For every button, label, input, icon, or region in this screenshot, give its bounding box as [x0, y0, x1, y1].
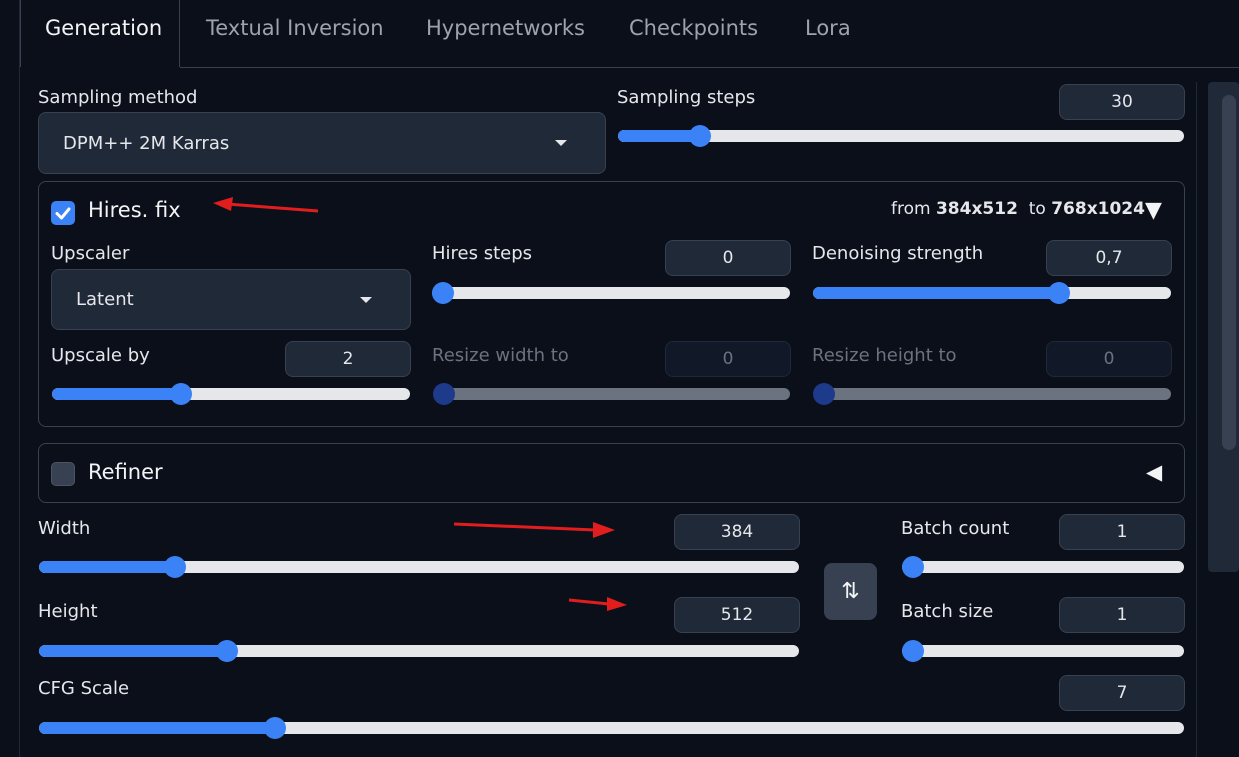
resize-width-slider [433, 383, 790, 405]
upscaler-dropdown[interactable]: Latent [51, 269, 411, 330]
chevron-down-icon [360, 296, 372, 303]
collapse-triangle-icon[interactable]: ▼ [1145, 198, 1162, 223]
tab-lora[interactable]: Lora [805, 0, 851, 67]
refiner-label: Refiner [88, 460, 163, 484]
from-prefix: from [891, 199, 931, 219]
to-size: 768x1024 [1051, 199, 1145, 219]
scrollbar-thumb[interactable] [1222, 95, 1236, 450]
width-label: Width [38, 518, 91, 539]
slider-thumb[interactable] [902, 556, 924, 578]
batch-size-input[interactable]: 1 [1059, 597, 1185, 633]
swap-arrows-icon: ⇅ [841, 579, 860, 604]
slider-thumb[interactable] [902, 640, 924, 662]
slider-thumb[interactable] [216, 640, 239, 662]
sampling-steps-input[interactable]: 30 [1059, 84, 1185, 120]
tab-hypernetworks[interactable]: Hypernetworks [426, 0, 585, 67]
batch-size-slider[interactable] [902, 640, 1184, 662]
slider-thumb[interactable] [1048, 282, 1071, 304]
upscale-by-label: Upscale by [51, 345, 150, 366]
slider-thumb[interactable] [688, 125, 711, 147]
tab-checkpoints[interactable]: Checkpoints [629, 0, 758, 67]
slider-thumb[interactable] [164, 556, 187, 578]
upscaler-label: Upscaler [51, 243, 130, 264]
sampling-steps-slider[interactable] [618, 125, 1184, 147]
slider-thumb[interactable] [432, 282, 454, 304]
batch-count-input[interactable]: 1 [1059, 514, 1185, 550]
expand-triangle-icon[interactable]: ◀ [1146, 460, 1162, 484]
annotation-arrow-icon [453, 522, 615, 538]
width-slider[interactable] [39, 556, 799, 578]
hires-fix-label: Hires. fix [88, 198, 181, 222]
hires-steps-label: Hires steps [432, 243, 533, 264]
cfg-scale-slider[interactable] [39, 717, 1184, 739]
annotation-arrow-icon [213, 197, 319, 213]
denoising-strength-input[interactable]: 0,7 [1046, 240, 1172, 276]
tab-divider [180, 67, 1239, 68]
denoising-strength-label: Denoising strength [812, 243, 984, 264]
chevron-down-icon [555, 140, 567, 146]
sampling-method-dropdown[interactable]: DPM++ 2M Karras [38, 112, 606, 174]
refiner-checkbox[interactable] [51, 462, 75, 486]
denoising-strength-slider[interactable] [813, 282, 1171, 304]
cfg-scale-label: CFG Scale [38, 678, 130, 699]
resize-width-label: Resize width to [432, 345, 569, 366]
width-input[interactable]: 384 [674, 514, 800, 550]
left-border [19, 0, 20, 757]
resize-height-slider [813, 383, 1171, 405]
sampling-steps-label: Sampling steps [617, 87, 756, 108]
height-label: Height [38, 601, 98, 622]
resize-height-label: Resize height to [812, 345, 957, 366]
upscaler-value: Latent [76, 289, 134, 310]
hires-fix-checkbox[interactable] [51, 201, 75, 225]
hires-size-summary: from 384x512 to 768x1024 [891, 199, 1145, 219]
slider-thumb [813, 383, 835, 405]
upscale-by-slider[interactable] [52, 383, 410, 405]
slider-thumb[interactable] [263, 717, 286, 739]
sampling-method-value: DPM++ 2M Karras [63, 132, 230, 154]
batch-size-label: Batch size [901, 601, 994, 622]
slider-thumb[interactable] [169, 383, 192, 405]
check-icon [55, 207, 71, 220]
height-slider[interactable] [39, 640, 799, 662]
from-size: 384x512 [935, 199, 1018, 219]
sampling-method-label: Sampling method [38, 87, 198, 108]
tab-textual-inversion[interactable]: Textual Inversion [206, 0, 384, 67]
hires-steps-input[interactable]: 0 [665, 240, 791, 276]
cfg-scale-input[interactable]: 7 [1059, 675, 1185, 711]
upscale-by-input[interactable]: 2 [285, 341, 411, 377]
scroll-divider [1196, 82, 1197, 757]
tab-generation[interactable]: Generation [20, 0, 180, 67]
to-prefix: to [1028, 199, 1046, 219]
height-input[interactable]: 512 [674, 597, 800, 633]
swap-dimensions-button[interactable]: ⇅ [824, 563, 877, 620]
hires-steps-slider[interactable] [432, 282, 790, 304]
batch-count-slider[interactable] [902, 556, 1184, 578]
refiner-panel[interactable] [38, 443, 1185, 503]
resize-width-input: 0 [665, 341, 791, 377]
batch-count-label: Batch count [901, 518, 1010, 539]
slider-thumb [433, 383, 455, 405]
annotation-arrow-icon [568, 597, 627, 611]
resize-height-input: 0 [1046, 341, 1172, 377]
